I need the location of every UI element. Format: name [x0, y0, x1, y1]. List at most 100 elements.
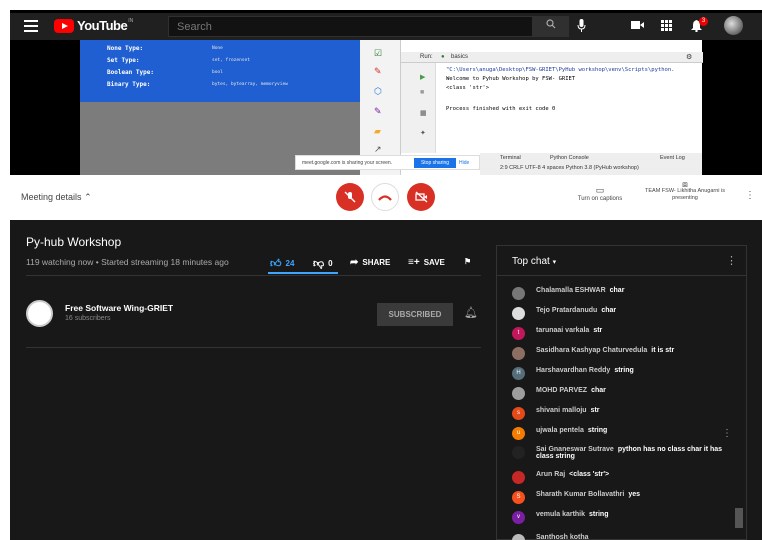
chat-avatar[interactable] — [512, 471, 525, 484]
console-line: <class 'str'> — [446, 85, 490, 91]
menu-icon[interactable] — [24, 20, 38, 32]
stop-icon[interactable]: ■ — [420, 89, 424, 96]
chat-message: t tarunaai varkala str — [512, 327, 727, 340]
chat-message: Tejo Pratardanudu char — [512, 307, 727, 320]
chat-author[interactable]: Sai Gnaneswar Sutrave — [536, 446, 614, 453]
chat-message-body: Sai Gnaneswar Sutrave python has no class… — [536, 446, 727, 460]
video-player[interactable]: None Type: None Set Type: set, frozenset B… — [10, 40, 762, 175]
terminal-tab[interactable]: Terminal — [500, 155, 521, 161]
apps-grid-icon[interactable] — [661, 20, 672, 34]
chat-text: yes — [628, 491, 640, 498]
channel-name[interactable]: Free Software Wing-GRIET — [65, 303, 173, 313]
share-button[interactable]: ➦ SHARE — [350, 257, 390, 268]
chat-message-body: Sasidhara Kashyap Chaturvedula it is str — [536, 347, 674, 354]
chat-message-body: tarunaai varkala str — [536, 327, 602, 334]
chat-author[interactable]: shivani malloju — [536, 407, 587, 414]
chat-avatar[interactable]: t — [512, 327, 525, 340]
chat-message: S Sharath Kumar Bollavathri yes — [512, 491, 727, 504]
chat-avatar[interactable]: S — [512, 491, 525, 504]
chat-text: char — [601, 307, 617, 314]
shape-tool-icon[interactable]: ⬡ — [374, 86, 382, 97]
chat-avatar[interactable] — [512, 347, 525, 360]
leave-call-button[interactable] — [371, 183, 399, 211]
pen-tool-icon[interactable]: ✎ — [374, 66, 382, 77]
chat-author[interactable]: Santhosh kotha — [536, 534, 589, 540]
like-button[interactable]: 👍︎ 24 — [270, 257, 294, 270]
watch-page: Py-hub Workshop 119 watching now • Start… — [10, 220, 762, 540]
chat-message: MOHD PARVEZ char — [512, 387, 727, 400]
chat-avatar[interactable] — [512, 534, 525, 540]
search-button[interactable] — [533, 16, 569, 37]
screen-share-banner: meet.google.com is sharing your screen. … — [295, 155, 480, 170]
slide-row: Boolean Type: bool — [107, 69, 223, 76]
settings-icon[interactable]: ⚙ — [686, 53, 692, 61]
microphone-icon[interactable] — [577, 19, 586, 35]
presenting-status[interactable]: ⧈ TEAM FSW- Likhitha Anugarni is present… — [640, 180, 730, 202]
event-log-tab[interactable]: Event Log — [660, 155, 685, 161]
python-console-tab[interactable]: Python Console — [550, 155, 589, 161]
chat-author[interactable]: Harshavardhan Reddy — [536, 367, 610, 374]
chat-author[interactable]: Sharath Kumar Bollavathri — [536, 491, 624, 498]
mic-off-button[interactable] — [336, 183, 364, 211]
chat-avatar[interactable] — [512, 446, 525, 459]
chat-author[interactable]: MOHD PARVEZ — [536, 387, 587, 394]
chat-scrollbar[interactable] — [735, 508, 743, 528]
chat-message-body: vemula karthik string — [536, 511, 608, 518]
subscribed-button[interactable]: SUBSCRIBED — [377, 303, 453, 326]
create-video-icon[interactable] — [631, 20, 644, 33]
layout-icon[interactable]: ▦ — [420, 109, 427, 117]
file-tab[interactable]: basics — [451, 54, 468, 60]
chat-avatar[interactable]: H — [512, 367, 525, 380]
chat-message-body: MOHD PARVEZ char — [536, 387, 606, 394]
report-flag-icon[interactable]: ⚑ — [464, 257, 471, 266]
share-arrow-icon: ➦ — [350, 257, 359, 268]
divider — [26, 275, 481, 276]
chat-header: Top chat ▾ ⋮ — [497, 246, 746, 276]
pin-icon[interactable]: ✦ — [420, 129, 426, 137]
slide-row: Set Type: set, frozenset — [107, 57, 250, 64]
pencil-tool-icon[interactable]: ✎ — [374, 106, 382, 117]
chat-avatar[interactable] — [512, 387, 525, 400]
chat-avatar[interactable]: u — [512, 427, 525, 440]
slide-row: Binary Type: bytes, bytearray, memoryview — [107, 81, 288, 88]
pointer-tool-icon[interactable]: ↗ — [374, 144, 382, 155]
more-options-icon[interactable]: ⋮ — [745, 190, 755, 201]
subscriber-count: 16 subscribers — [65, 315, 111, 322]
camera-off-button[interactable] — [407, 183, 435, 211]
captions-button[interactable]: ▭ Turn on captions — [570, 185, 630, 202]
checkbox-tool-icon[interactable]: ☑ — [374, 48, 382, 59]
chat-author[interactable]: vemula karthik — [536, 511, 585, 518]
meeting-details-button[interactable]: Meeting details ⌃ — [21, 192, 92, 203]
chat-more-icon[interactable]: ⋮ — [726, 254, 737, 267]
hide-button[interactable]: Hide — [459, 158, 469, 168]
chat-message-body: Sharath Kumar Bollavathri yes — [536, 491, 640, 498]
browser-frame: YouTube IN Search 3 None Type: None Set T… — [10, 10, 762, 540]
user-avatar[interactable] — [724, 16, 743, 35]
top-chat-dropdown[interactable]: Top chat ▾ — [512, 256, 556, 267]
notification-bell-icon[interactable]: 🔔︎ — [464, 306, 478, 319]
chat-avatar[interactable]: s — [512, 407, 525, 420]
youtube-logo[interactable]: YouTube IN — [54, 18, 133, 33]
save-button[interactable]: ≡+ SAVE — [408, 257, 445, 268]
chat-text: <class 'str'> — [569, 471, 610, 478]
stop-sharing-button[interactable]: Stop sharing — [414, 158, 456, 168]
chat-text: string — [589, 511, 609, 518]
channel-avatar[interactable] — [26, 300, 53, 327]
chat-avatar[interactable] — [512, 287, 525, 300]
chat-author[interactable]: Tejo Pratardanudu — [536, 307, 597, 314]
chat-avatar[interactable]: v — [512, 511, 525, 524]
run-icon[interactable]: ▶ — [420, 73, 425, 81]
dislike-button[interactable]: 👎︎ 0 — [313, 257, 333, 270]
ide-status-bar: Terminal Python Console Event Log 2:9 CR… — [480, 153, 702, 175]
search-input[interactable]: Search — [168, 16, 533, 37]
note-tool-icon[interactable]: ▰ — [374, 126, 381, 137]
chat-author[interactable]: Sasidhara Kashyap Chaturvedula — [536, 347, 647, 354]
chat-avatar[interactable] — [512, 307, 525, 320]
chat-author[interactable]: ujwala pentela — [536, 427, 584, 434]
chat-message-body: ujwala pentela string — [536, 427, 607, 434]
message-more-icon[interactable]: ⋮ — [722, 428, 732, 439]
chat-author[interactable]: tarunaai varkala — [536, 327, 589, 334]
run-label: Run: — [420, 54, 433, 60]
chat-author[interactable]: Chalamalla ESHWAR — [536, 287, 606, 294]
chat-author[interactable]: Arun Raj — [536, 471, 565, 478]
